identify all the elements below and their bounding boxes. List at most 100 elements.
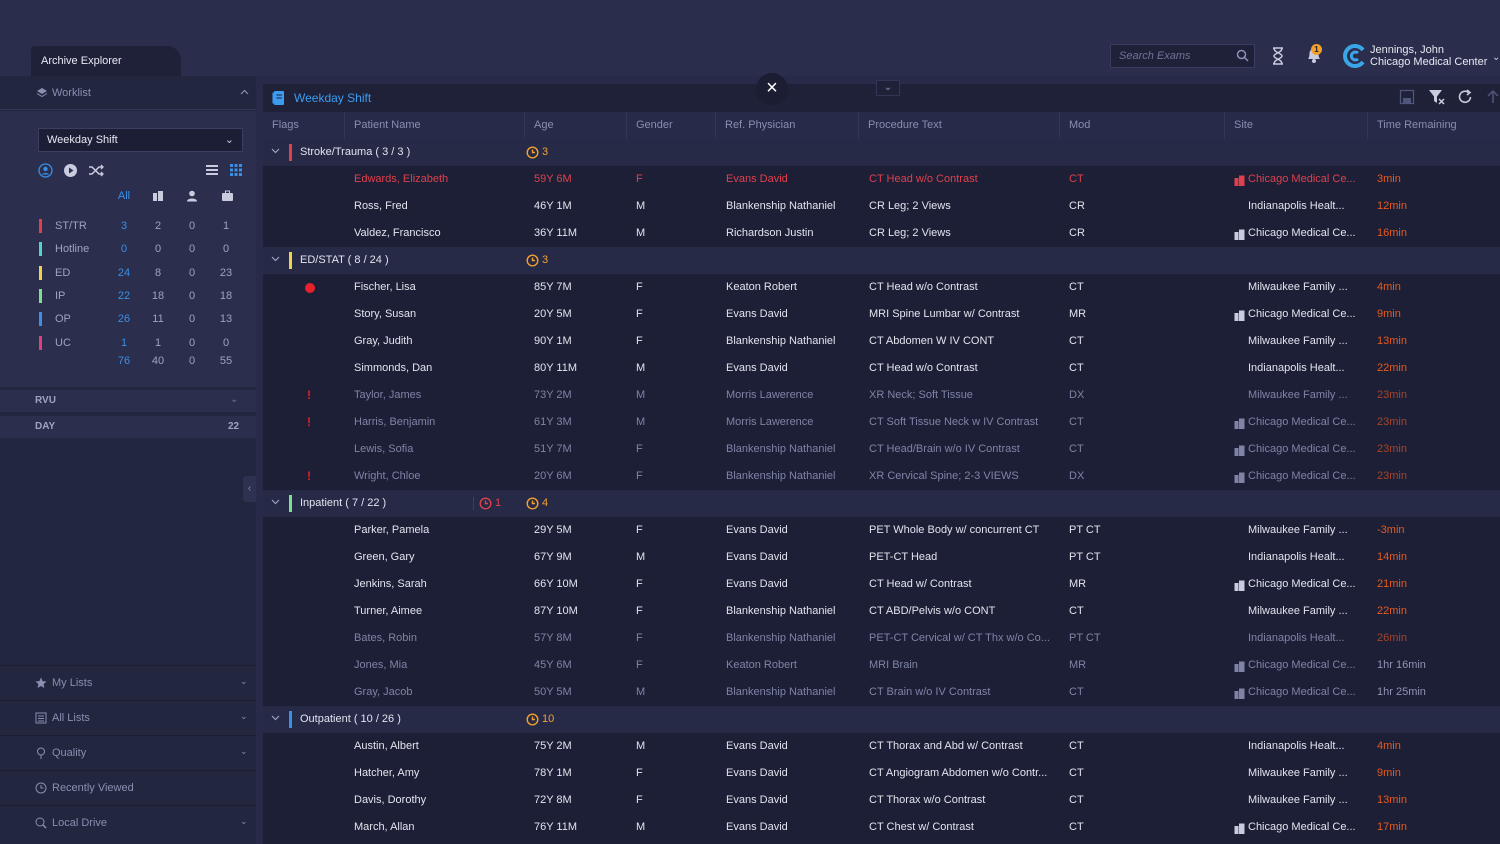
- stats-col-all[interactable]: All: [109, 190, 139, 202]
- table-row[interactable]: Jenkins, Sarah 66Y 10M F Evans David CT Head…: [263, 571, 1500, 598]
- chevron-up-icon[interactable]: [240, 86, 249, 98]
- alert-flag-icon[interactable]: !: [307, 409, 311, 436]
- patient-name[interactable]: Gray, Jacob: [354, 679, 519, 706]
- collapse-sidebar-button[interactable]: ‹: [243, 476, 256, 502]
- chevron-down-icon[interactable]: ⌄: [230, 394, 238, 405]
- col-gender[interactable]: Gender: [627, 112, 716, 139]
- stats-row-all[interactable]: 1: [109, 337, 139, 349]
- stats-row-c4[interactable]: 0: [211, 243, 241, 255]
- stats-row-c2[interactable]: 0: [143, 243, 173, 255]
- stats-row-all[interactable]: 24: [109, 267, 139, 279]
- chevron-down-icon[interactable]: [271, 254, 280, 265]
- stats-row-c3[interactable]: 0: [177, 313, 207, 325]
- patient-name[interactable]: Simmonds, Dan: [354, 355, 519, 382]
- user-name[interactable]: Jennings, John: [1370, 44, 1444, 56]
- patient-name[interactable]: Harris, Benjamin: [354, 409, 519, 436]
- chevron-down-icon[interactable]: ⌄: [240, 746, 248, 757]
- stats-row-c4[interactable]: 1: [211, 220, 241, 232]
- stats-row-c3[interactable]: 0: [177, 337, 207, 349]
- table-row[interactable]: Austin, Albert 75Y 2M M Evans David CT Thora…: [263, 733, 1500, 760]
- stats-row-c3[interactable]: 0: [177, 243, 207, 255]
- table-row[interactable]: Parker, Pamela 29Y 5M F Evans David PET Whol…: [263, 517, 1500, 544]
- col-flags[interactable]: Flags: [263, 112, 345, 139]
- col-patient-name[interactable]: Patient Name: [345, 112, 525, 139]
- my-lists-section[interactable]: My Lists ⌄: [0, 665, 256, 699]
- stats-row-c3[interactable]: 0: [177, 267, 207, 279]
- stats-row-c4[interactable]: 13: [211, 313, 241, 325]
- patient-name[interactable]: March, Allan: [354, 814, 519, 841]
- quality-section[interactable]: Quality ⌄: [0, 735, 256, 769]
- col-time-remaining[interactable]: Time Remaining: [1368, 112, 1500, 139]
- alert-flag-icon[interactable]: !: [307, 463, 311, 490]
- table-row[interactable]: Gray, Jacob 50Y 5M M Blankenship Nathaniel C…: [263, 679, 1500, 706]
- search-input[interactable]: [1111, 45, 1229, 67]
- chevron-down-icon[interactable]: ⌄: [240, 711, 248, 722]
- stats-row-name[interactable]: IP: [55, 290, 65, 302]
- stats-row[interactable]: ED 24 8 0 23: [36, 265, 246, 283]
- chevron-down-icon[interactable]: ⌄: [240, 676, 248, 687]
- group-row[interactable]: Outpatient ( 10 / 26 ) 10: [263, 706, 1500, 733]
- search-box[interactable]: [1110, 44, 1255, 68]
- stats-row-c3[interactable]: 0: [177, 290, 207, 302]
- patient-name[interactable]: Bates, Robin: [354, 625, 519, 652]
- stats-row-name[interactable]: OP: [55, 313, 71, 325]
- group-row[interactable]: ED/STAT ( 8 / 24 ) 3: [263, 247, 1500, 274]
- stats-row-c2[interactable]: 1: [143, 337, 173, 349]
- table-row[interactable]: ! Harris, Benjamin 61Y 3M M Morris Lawerence…: [263, 409, 1500, 436]
- table-row[interactable]: Turner, Aimee 87Y 10M F Blankenship Nathani…: [263, 598, 1500, 625]
- stats-row-all[interactable]: 3: [109, 220, 139, 232]
- patient-name[interactable]: Story, Susan: [354, 301, 519, 328]
- stats-row-name[interactable]: UC: [55, 337, 71, 349]
- critical-flag-icon[interactable]: [305, 283, 315, 293]
- grid-view-icon[interactable]: [229, 163, 243, 180]
- worklist-header[interactable]: Worklist: [0, 76, 256, 110]
- user-site[interactable]: Chicago Medical Center: [1370, 56, 1487, 68]
- table-row[interactable]: Simmonds, Dan 80Y 11M M Evans David CT Head …: [263, 355, 1500, 382]
- table-row[interactable]: Story, Susan 20Y 5M F Evans David MRI Spine …: [263, 301, 1500, 328]
- total-c3[interactable]: 0: [177, 355, 207, 367]
- patient-name[interactable]: Jenkins, Sarah: [354, 571, 519, 598]
- patient-name[interactable]: Fischer, Lisa: [354, 274, 519, 301]
- table-row[interactable]: Green, Gary 67Y 9M M Evans David PET-CT Head…: [263, 544, 1500, 571]
- stats-row-c2[interactable]: 8: [143, 267, 173, 279]
- col-ref-physician[interactable]: Ref. Physician: [716, 112, 859, 139]
- stats-row[interactable]: OP 26 11 0 13: [36, 311, 246, 329]
- stats-row[interactable]: IP 22 18 0 18: [36, 288, 246, 306]
- shuffle-icon[interactable]: [88, 163, 104, 181]
- patient-name[interactable]: Davis, Dorothy: [354, 787, 519, 814]
- table-row[interactable]: Jones, Mia 45Y 6M F Keaton Robert MRI Brain M…: [263, 652, 1500, 679]
- stats-row-all[interactable]: 26: [109, 313, 139, 325]
- upload-icon[interactable]: [1486, 89, 1500, 108]
- table-row[interactable]: Gray, Judith 90Y 1M F Blankenship Nathaniel…: [263, 328, 1500, 355]
- stats-row-name[interactable]: ED: [55, 267, 70, 279]
- person-icon[interactable]: [38, 163, 53, 181]
- stats-row-name[interactable]: ST/TR: [55, 220, 87, 232]
- all-lists-section[interactable]: All Lists ⌄: [0, 700, 256, 734]
- stats-row-c3[interactable]: 0: [177, 220, 207, 232]
- stats-row-all[interactable]: 0: [109, 243, 139, 255]
- total-c4[interactable]: 55: [211, 355, 241, 367]
- table-row[interactable]: March, Allan 76Y 11M M Evans David CT Chest …: [263, 814, 1500, 841]
- patient-name[interactable]: Wright, Chloe: [354, 463, 519, 490]
- stats-row[interactable]: Hotline 0 0 0 0: [36, 241, 246, 259]
- stats-row[interactable]: ST/TR 3 2 0 1: [36, 218, 246, 236]
- col-age[interactable]: Age: [525, 112, 627, 139]
- list-view-icon[interactable]: [205, 163, 219, 180]
- refresh-icon[interactable]: [1457, 89, 1473, 108]
- briefcase-icon[interactable]: [212, 190, 242, 205]
- patient-name[interactable]: Lewis, Sofia: [354, 436, 519, 463]
- patient-name[interactable]: Green, Gary: [354, 544, 519, 571]
- stats-row-c2[interactable]: 18: [143, 290, 173, 302]
- stats-row-c4[interactable]: 23: [211, 267, 241, 279]
- chevron-down-icon[interactable]: [271, 146, 280, 157]
- table-row[interactable]: Valdez, Francisco 36Y 11M M Richardson Just…: [263, 220, 1500, 247]
- shift-select[interactable]: Weekday Shift ⌄: [38, 128, 243, 152]
- close-button[interactable]: ×: [756, 73, 788, 105]
- table-row[interactable]: Edwards, Elizabeth 59Y 6M F Evans David CT H…: [263, 166, 1500, 193]
- stats-row-c2[interactable]: 11: [143, 313, 173, 325]
- stats-row-all[interactable]: 22: [109, 290, 139, 302]
- group-row[interactable]: Inpatient ( 7 / 22 ) 1 4: [263, 490, 1500, 517]
- stats-row[interactable]: UC 1 1 0 0: [36, 335, 246, 353]
- table-row[interactable]: Fischer, Lisa 85Y 7M F Keaton Robert CT Head…: [263, 274, 1500, 301]
- hourglass-icon[interactable]: [1271, 47, 1285, 68]
